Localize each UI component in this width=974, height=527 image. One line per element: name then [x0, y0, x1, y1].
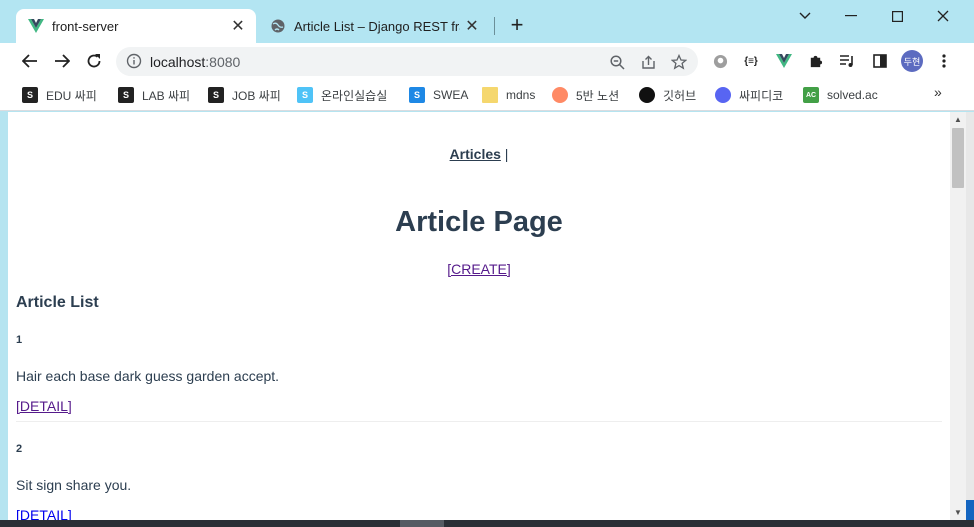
- github-icon: [639, 87, 655, 103]
- forward-arrow-icon[interactable]: [49, 48, 75, 74]
- bookmark-github[interactable]: 깃허브: [639, 85, 696, 105]
- bookmark-label: JOB 싸피: [232, 88, 281, 103]
- info-icon[interactable]: [126, 53, 142, 69]
- reload-icon[interactable]: [81, 48, 107, 74]
- ssafy-icon: S: [208, 87, 224, 103]
- page-viewport: Articles | Article Page [CREATE] Article…: [8, 112, 950, 520]
- bookmark-label: 깃허브: [663, 88, 697, 103]
- bookmark-label: 온라인실습실: [321, 88, 388, 103]
- tab-divider: [494, 17, 495, 35]
- globe-icon: [270, 18, 286, 34]
- window-close-icon[interactable]: [920, 4, 966, 28]
- github-ext-icon[interactable]: [711, 52, 729, 70]
- taskbar-item[interactable]: [400, 520, 444, 527]
- profile-avatar[interactable]: 두현: [901, 50, 923, 72]
- taskbar-edge: [966, 500, 974, 520]
- peach-icon: [552, 87, 568, 103]
- tab-search-chevron-icon[interactable]: [782, 4, 828, 28]
- close-icon[interactable]: ✕: [460, 16, 484, 36]
- vue-devtools-icon[interactable]: [775, 52, 793, 70]
- bookmark-job-ssafy[interactable]: S JOB 싸피: [208, 85, 281, 105]
- bookmark-label: 5반 노션: [576, 88, 620, 103]
- detail-link-wrap: [DETAIL]: [16, 398, 72, 414]
- scrollbar-thumb[interactable]: [952, 128, 964, 188]
- tab-title: Article List – Django REST frame: [294, 18, 460, 34]
- bookmark-swea[interactable]: S SWEA: [409, 85, 468, 105]
- media-queue-icon[interactable]: [838, 52, 856, 70]
- create-link[interactable]: [CREATE]: [447, 261, 511, 277]
- bookmark-label: solved.ac: [827, 88, 878, 102]
- ssafy-icon: S: [22, 87, 38, 103]
- list-heading: Article List: [16, 294, 99, 311]
- tab-title: front-server: [52, 18, 119, 34]
- tab-article-list[interactable]: Article List – Django REST frame ✕: [258, 9, 490, 43]
- close-icon[interactable]: ✕: [226, 16, 250, 36]
- bookmark-notion[interactable]: 5반 노션: [552, 85, 619, 105]
- swea-icon: S: [409, 87, 425, 103]
- bookmark-label: 싸피디코: [739, 88, 784, 103]
- tab-front-server[interactable]: front-server ✕: [16, 9, 256, 43]
- bookmark-solvedac[interactable]: AC solved.ac: [803, 85, 878, 105]
- menu-kebab-icon[interactable]: [935, 52, 953, 70]
- bookmark-mdns[interactable]: mdns: [482, 85, 535, 105]
- article-content: Hair each base dark guess garden accept.: [16, 368, 280, 384]
- scroll-down-arrow-icon[interactable]: ▼: [954, 508, 962, 517]
- bookmark-online-lab[interactable]: S 온라인실습실: [297, 85, 387, 105]
- star-icon[interactable]: [670, 53, 688, 71]
- side-panel-icon[interactable]: [871, 52, 889, 70]
- bookmark-lab-ssafy[interactable]: S LAB 싸피: [118, 85, 190, 105]
- taskbar-strip: [0, 520, 974, 527]
- bookmark-discord[interactable]: 싸피디코: [715, 85, 783, 105]
- maximize-icon[interactable]: [874, 4, 920, 28]
- folder-icon: [482, 87, 498, 103]
- json-viewer-icon[interactable]: {≡}: [742, 52, 760, 70]
- articles-nav-link[interactable]: Articles: [450, 146, 501, 162]
- share-icon[interactable]: [639, 53, 657, 71]
- create-link-wrap: [CREATE]: [8, 261, 950, 277]
- puzzle-icon[interactable]: [806, 52, 824, 70]
- article-id: 2: [16, 443, 23, 455]
- back-arrow-icon[interactable]: [17, 48, 43, 74]
- bookmark-label: EDU 싸피: [46, 88, 97, 103]
- url-text[interactable]: localhost:8080: [150, 54, 240, 70]
- window-edge: [966, 112, 974, 520]
- bookmark-edu-ssafy[interactable]: S EDU 싸피: [22, 85, 97, 105]
- detail-link[interactable]: [DETAIL]: [16, 507, 72, 520]
- url-port: :8080: [205, 54, 241, 70]
- vue-icon: [28, 18, 44, 34]
- scroll-up-arrow-icon[interactable]: ▲: [954, 115, 962, 124]
- bookmark-label: LAB 싸피: [142, 88, 191, 103]
- bookmark-label: mdns: [506, 88, 536, 102]
- new-tab-plus-icon[interactable]: +: [505, 14, 529, 38]
- nav-bar: Articles |: [8, 146, 950, 162]
- url-host: localhost: [150, 54, 206, 70]
- solvedac-icon: AC: [803, 87, 819, 103]
- zoom-icon[interactable]: [608, 53, 626, 71]
- bookmarks-overflow-icon[interactable]: »: [934, 84, 942, 100]
- tab-strip: front-server ✕ Article List – Django RES…: [0, 0, 974, 43]
- discord-icon: [715, 87, 731, 103]
- bookmarks-bar: S EDU 싸피 S LAB 싸피 S JOB 싸피 S 온라인실습실 S SW…: [0, 79, 974, 111]
- browser-toolbar: localhost:8080 {≡} 두현: [0, 43, 974, 79]
- detail-link-wrap: [DETAIL]: [16, 507, 72, 520]
- detail-link[interactable]: [DETAIL]: [16, 398, 72, 414]
- bookmark-label: SWEA: [433, 88, 469, 102]
- article-divider: [16, 421, 942, 422]
- minimize-icon[interactable]: [828, 4, 874, 28]
- address-bar[interactable]: localhost:8080: [116, 47, 698, 76]
- ssafy-blue-icon: S: [297, 87, 313, 103]
- article-id: 1: [16, 334, 23, 346]
- ssafy-icon: S: [118, 87, 134, 103]
- nav-separator: |: [504, 146, 509, 162]
- page-title: Article Page: [395, 206, 563, 238]
- vertical-scrollbar[interactable]: ▲ ▼: [950, 112, 966, 520]
- article-content: Sit sign share you.: [16, 477, 132, 493]
